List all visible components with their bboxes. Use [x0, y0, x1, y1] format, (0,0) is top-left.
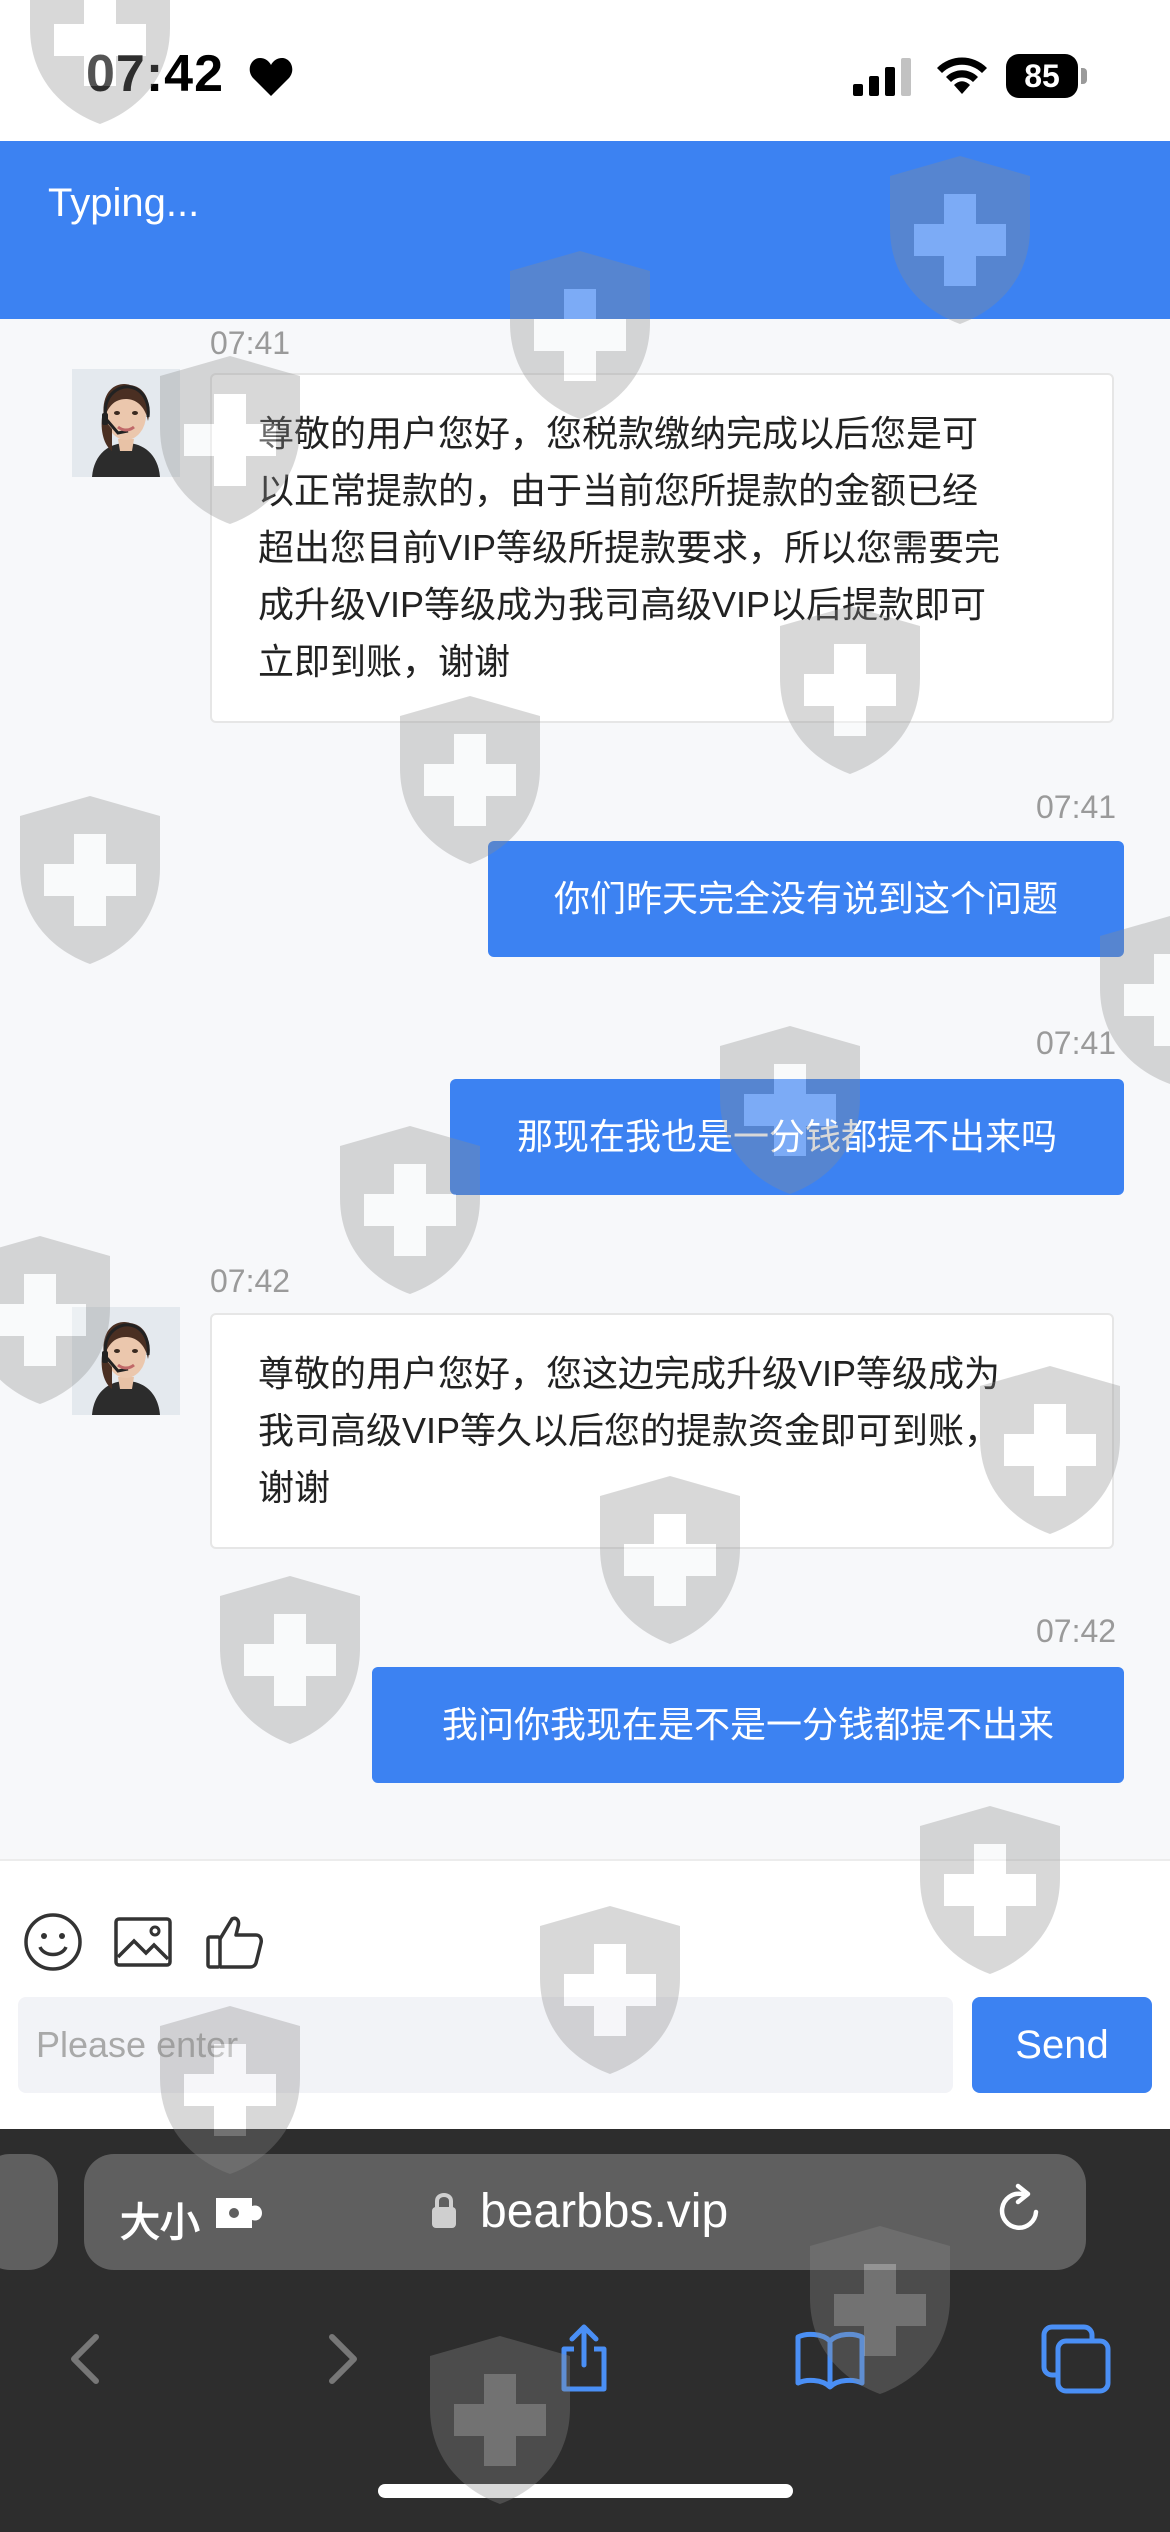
message-timestamp: 07:42: [210, 1263, 291, 1299]
battery-icon: 85: [1006, 54, 1087, 98]
screen: 07:42 85 Typing... 07:41 尊敬的用户您好，您税款缴纳完成…: [0, 0, 1170, 2532]
incoming-message-bubble: 尊敬的用户您好，您这边完成升级VIP等级成为 我司高级VIP等久以后您的提款资金…: [210, 1313, 1114, 1549]
agent-avatar-image: [72, 1307, 180, 1415]
outgoing-message-bubble: 我问你我现在是不是一分钱都提不出来: [372, 1667, 1124, 1783]
agent-avatar[interactable]: [72, 1307, 180, 1415]
send-button[interactable]: Send: [972, 1997, 1152, 2093]
forward-icon[interactable]: [300, 2319, 380, 2399]
agent-avatar[interactable]: [72, 369, 180, 477]
message-timestamp: 07:41: [1036, 789, 1117, 825]
wifi-icon: [937, 57, 987, 94]
reload-icon[interactable]: [992, 2182, 1048, 2238]
home-indicator: [378, 2484, 793, 2498]
message-input[interactable]: [18, 1997, 953, 2093]
back-icon[interactable]: [48, 2319, 128, 2399]
lock-icon: [432, 2193, 456, 2228]
outgoing-message-bubble: 你们昨天完全没有说到这个问题: [488, 841, 1124, 957]
image-icon[interactable]: [112, 1911, 174, 1973]
text-size-button[interactable]: 大小: [120, 2190, 200, 2248]
previous-tab-preview[interactable]: [0, 2154, 58, 2270]
outgoing-message-bubble: 那现在我也是一分钱都提不出来吗: [450, 1079, 1124, 1195]
message-list[interactable]: 07:41 尊敬的用户您好，您税款缴纳完成以后您是可 以正常提款的，由于当前您所…: [0, 319, 1170, 1859]
battery-level: 85: [1024, 58, 1060, 94]
battery-tip: [1081, 68, 1087, 84]
address-bar[interactable]: 大小 bearbbs.vip: [84, 2154, 1086, 2270]
thumbs-up-icon[interactable]: [204, 1911, 266, 1973]
chat-header: Typing...: [0, 141, 1170, 319]
typing-status: Typing...: [48, 181, 200, 225]
url-text: bearbbs.vip: [480, 2185, 729, 2238]
heart-icon: [249, 58, 293, 96]
cellular-signal-icon: [853, 58, 911, 96]
share-icon[interactable]: [544, 2319, 624, 2399]
message-timestamp: 07:42: [1036, 1613, 1117, 1649]
message-timestamp: 07:41: [1036, 1025, 1117, 1061]
status-time: 07:42: [86, 45, 224, 103]
message-timestamp: 07:41: [210, 325, 291, 361]
input-panel: Send: [0, 1859, 1170, 2129]
tabs-icon[interactable]: [1036, 2319, 1116, 2399]
status-bar: 07:42 85: [0, 0, 1170, 141]
incoming-message-bubble: 尊敬的用户您好，您税款缴纳完成以后您是可 以正常提款的，由于当前您所提款的金额已…: [210, 373, 1114, 723]
emoji-icon[interactable]: [22, 1911, 84, 1973]
browser-toolbar: 大小 bearbbs.vip: [0, 2129, 1170, 2532]
bookmarks-icon[interactable]: [790, 2319, 870, 2399]
extension-icon[interactable]: [212, 2192, 264, 2234]
agent-avatar-image: [72, 369, 180, 477]
